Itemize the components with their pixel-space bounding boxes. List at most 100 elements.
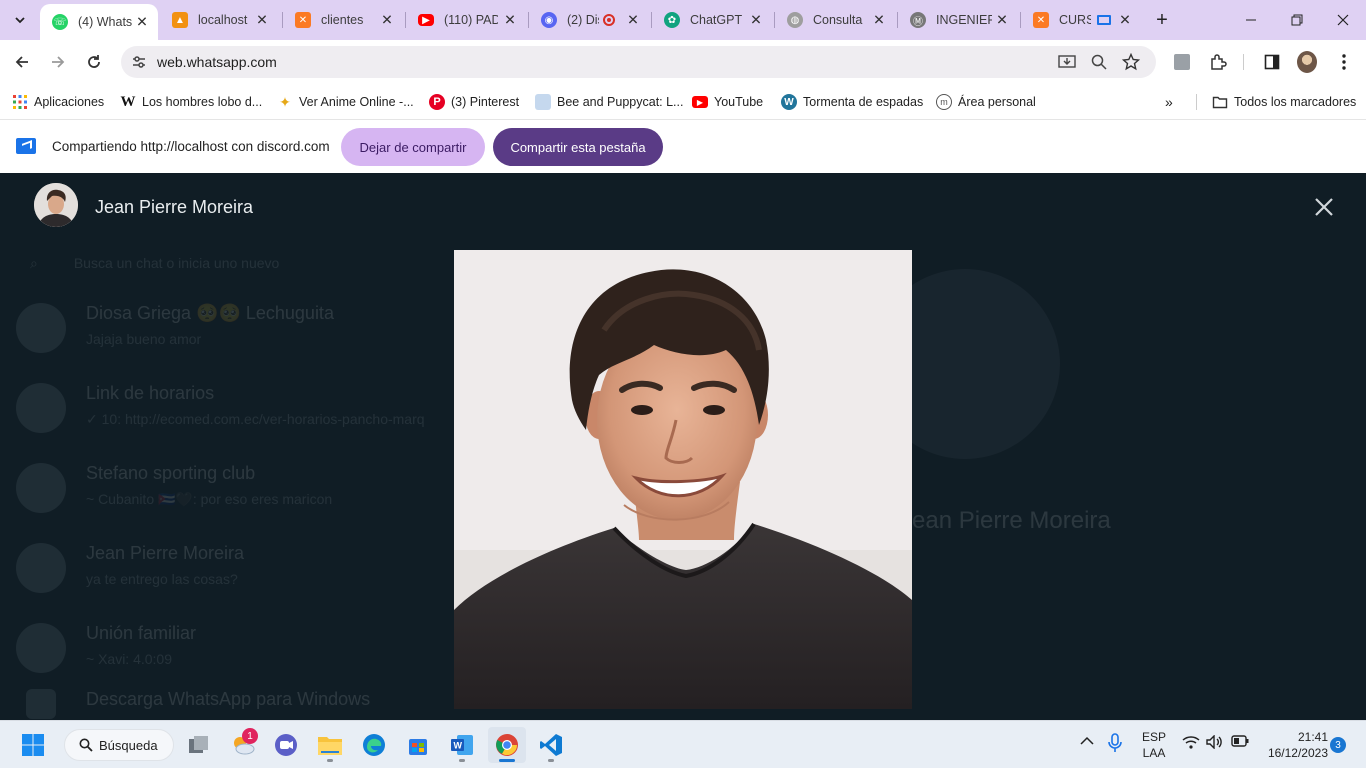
tab-search-button[interactable] (8, 8, 32, 32)
browser-toolbar: web.whatsapp.com (0, 40, 1366, 84)
close-window-button[interactable] (1320, 0, 1366, 40)
zoom-icon[interactable] (1090, 53, 1108, 71)
close-tab-icon[interactable]: ✕ (379, 12, 395, 29)
weather-widget[interactable]: 1 (224, 727, 262, 763)
restore-button[interactable] (1274, 0, 1320, 40)
notification-badge[interactable]: 3 (1330, 737, 1346, 753)
bookmarks-bar: Aplicaciones W Los hombres lobo d... ✦ V… (0, 84, 1366, 120)
close-tab-icon[interactable]: ✕ (254, 12, 270, 29)
running-indicator (548, 759, 554, 762)
close-tab-icon[interactable]: ✕ (134, 14, 150, 31)
tab-ingenieria[interactable]: Ⓜ INGENIER ✕ (898, 0, 1018, 40)
input-language[interactable]: ESP LAA (1140, 729, 1168, 761)
bookmark-label: (3) Pinterest (451, 95, 520, 109)
bookmark-star-icon[interactable] (1122, 53, 1140, 71)
microphone-icon[interactable] (1108, 733, 1122, 756)
tab-title: (110) PAD (444, 13, 498, 27)
close-tab-icon[interactable]: ✕ (994, 12, 1010, 29)
bookmark-anime[interactable]: ✦ Ver Anime Online -... (277, 92, 414, 112)
new-tab-button[interactable]: + (1150, 8, 1174, 32)
tab-localhost[interactable]: ▲ localhost ✕ (160, 0, 278, 40)
moodle-icon: Ⓜ (910, 12, 926, 28)
windows-logo-icon (22, 734, 44, 756)
close-tab-icon[interactable]: ✕ (502, 12, 518, 29)
search-icon: ⌕ (30, 255, 38, 271)
menu-kebab-icon[interactable] (1334, 52, 1354, 72)
tab-strip: ☏ (4) WhatsApp ✕ ▲ localhost ✕ ✕ cliente… (0, 0, 1366, 40)
back-button[interactable] (8, 48, 36, 76)
bookmark-youtube[interactable]: ▶ YouTube (692, 92, 763, 112)
taskbar-vscode[interactable] (532, 727, 570, 763)
bookmark-area-personal[interactable]: m Área personal (936, 92, 1036, 112)
contact-avatar[interactable] (34, 183, 78, 227)
forward-button[interactable] (44, 48, 72, 76)
wifi-icon[interactable] (1182, 735, 1200, 752)
start-button[interactable] (14, 727, 52, 763)
site-settings-icon[interactable] (131, 54, 147, 70)
close-viewer-button[interactable] (1310, 193, 1338, 221)
close-tab-icon[interactable]: ✕ (1117, 12, 1133, 29)
close-tab-icon[interactable]: ✕ (748, 12, 764, 29)
folder-icon (318, 737, 342, 755)
tab-youtube[interactable]: ▶ (110) PAD ✕ (406, 0, 526, 40)
address-bar[interactable]: web.whatsapp.com (121, 46, 1156, 78)
extensions-puzzle-icon[interactable] (1208, 52, 1228, 72)
taskbar-word[interactable]: W (443, 727, 481, 763)
avatar (16, 463, 66, 513)
url-text[interactable]: web.whatsapp.com (157, 54, 277, 70)
bookmark-label: Ver Anime Online -... (299, 95, 414, 109)
contact-name[interactable]: Jean Pierre Moreira (95, 197, 253, 218)
keyboard-layout: LAA (1142, 746, 1166, 760)
bookmark-label: Área personal (958, 95, 1036, 109)
bookmark-wikipedia[interactable]: W Los hombres lobo d... (120, 92, 263, 112)
bookmark-tormenta[interactable]: W Tormenta de espadas (781, 92, 923, 112)
task-view-button[interactable] (180, 727, 218, 763)
close-tab-icon[interactable]: ✕ (625, 12, 641, 29)
show-hidden-icons-button[interactable] (1080, 735, 1094, 749)
tab-discord[interactable]: ◉ (2) Discord ✕ (529, 0, 649, 40)
taskbar-search[interactable]: Búsqueda (64, 729, 174, 761)
bookmark-pinterest[interactable]: P (3) Pinterest (429, 92, 519, 112)
bookmark-apps[interactable]: Aplicaciones (12, 92, 104, 112)
wikipedia-icon: W (120, 93, 136, 110)
install-app-icon[interactable] (1058, 53, 1076, 71)
stop-sharing-button[interactable]: Dejar de compartir (341, 128, 485, 166)
all-bookmarks-button[interactable]: Todos los marcadores (1212, 92, 1356, 112)
chat-name: Link de horarios (86, 383, 215, 403)
taskbar-file-explorer[interactable] (311, 727, 349, 763)
tab-clientes[interactable]: ✕ clientes ✕ (283, 0, 403, 40)
profile-avatar[interactable] (1297, 51, 1317, 73)
wordpress-icon: W (781, 94, 797, 110)
taskbar-meet-app[interactable] (267, 727, 305, 763)
reload-button[interactable] (80, 48, 108, 76)
tab-chatgpt[interactable]: ✿ ChatGPT ✕ (652, 0, 772, 40)
close-icon (1337, 14, 1349, 26)
avatar (16, 543, 66, 593)
taskbar-chrome[interactable] (488, 727, 526, 763)
extension-icon[interactable] (1172, 52, 1192, 72)
tab-title: (2) Discord (567, 13, 599, 27)
taskbar-edge[interactable] (355, 727, 393, 763)
chat-preview: ~ Cubanito 🇨🇺🖤: por eso eres maricon (86, 491, 333, 507)
minimize-button[interactable] (1228, 0, 1274, 40)
moodle-icon: m (936, 94, 952, 110)
background-profile-name: Jean Pierre Moreira (900, 507, 1111, 534)
taskbar-store[interactable] (399, 727, 437, 763)
tab-curso[interactable]: ✕ CURSO ✕ (1021, 0, 1141, 40)
side-panel-icon[interactable] (1262, 52, 1282, 72)
bookmark-bee-puppycat[interactable]: Bee and Puppycat: L... (535, 92, 683, 112)
tab-consulta[interactable]: ◍ Consulta ✕ (775, 0, 895, 40)
screen-share-icon (1097, 15, 1111, 25)
volume-icon[interactable] (1206, 734, 1224, 752)
bookmarks-overflow-button[interactable]: » (1165, 92, 1173, 112)
battery-icon[interactable] (1231, 735, 1249, 750)
avatar (16, 623, 66, 673)
close-tab-icon[interactable]: ✕ (871, 12, 887, 29)
double-chevron-right-icon: » (1165, 94, 1173, 110)
share-this-tab-button[interactable]: Compartir esta pestaña (493, 128, 663, 166)
tab-whatsapp[interactable]: ☏ (4) WhatsApp ✕ (40, 4, 158, 40)
language-code: ESP (1141, 730, 1166, 744)
avatar (26, 689, 56, 719)
clock[interactable]: 21:41 16/12/2023 (1258, 729, 1328, 761)
bookmark-label: Bee and Puppycat: L... (557, 95, 684, 109)
